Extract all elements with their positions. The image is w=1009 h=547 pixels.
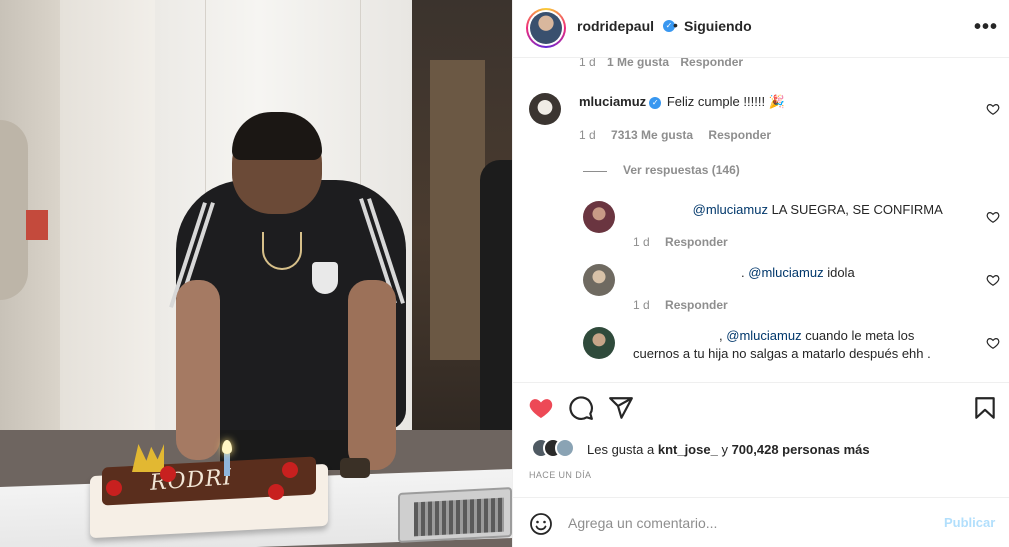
comment-body: mluciamuz ✓ Feliz cumple !!!!!! 🎉 — [579, 93, 959, 111]
likes-count[interactable]: 700,428 personas más — [732, 442, 870, 457]
photo-candle-flame — [222, 440, 232, 454]
photo-door — [60, 0, 160, 470]
header-separator: • — [673, 17, 678, 33]
reply-body: @mluciamuz LA SUEGRA, SE CONFIRMA — [633, 201, 973, 219]
reply-meta: 1 d Responder — [633, 298, 740, 312]
comment-composer: Publicar — [513, 497, 1009, 547]
photo-strawberry — [160, 466, 176, 482]
comment-time: 1 d — [579, 128, 596, 142]
reply-text: LA SUEGRA, SE CONFIRMA — [771, 202, 943, 217]
heart-filled-icon[interactable] — [528, 395, 554, 421]
mention-link[interactable]: @mluciamuz — [726, 328, 801, 343]
reply-avatar[interactable] — [583, 327, 615, 359]
verified-badge-icon: ✓ — [649, 97, 662, 109]
post-actions: Les gusta a knt_jose_ y 700,428 personas… — [513, 382, 1009, 497]
comment-text: Feliz cumple !!!!!! 🎉 — [666, 94, 785, 109]
comment-icon[interactable] — [568, 395, 594, 421]
mention-link[interactable]: @mluciamuz — [693, 202, 768, 217]
post-side-panel: rodridepaul ✓ • Siguiendo ••• 1 d 1 Me g… — [512, 0, 1009, 547]
like-comment-heart-icon[interactable] — [986, 210, 1000, 224]
mention-link[interactable]: @mluciamuz — [748, 265, 823, 280]
share-icon[interactable] — [608, 395, 634, 421]
post-header: rodridepaul ✓ • Siguiendo ••• — [513, 0, 1009, 58]
likes-conjunction: y — [721, 442, 728, 457]
photo-strawberry — [268, 484, 284, 500]
reply-text: cuando le meta los — [805, 328, 915, 343]
comment-likes[interactable]: 7313 Me gusta — [611, 128, 693, 142]
reply-time: 1 d — [633, 298, 650, 312]
post-photo[interactable]: RODRI — [0, 0, 512, 547]
comments-list[interactable]: 1 d 1 Me gusta Responder mluciamuz ✓ Feli… — [513, 58, 1009, 382]
likes-summary: Les gusta a knt_jose_ y 700,428 personas… — [587, 442, 870, 457]
comment-time: 1 d — [579, 58, 596, 69]
reply-avatar[interactable] — [583, 201, 615, 233]
comment-input[interactable] — [568, 511, 928, 535]
reply-button[interactable]: Responder — [708, 128, 771, 142]
like-comment-heart-icon[interactable] — [986, 102, 1000, 116]
photo-red-sign — [26, 210, 48, 240]
photo-hall-door — [430, 60, 485, 360]
photo-strawberry — [106, 480, 122, 496]
reply-time: 1 d — [633, 235, 650, 249]
comment-meta: 1 d 7313 Me gusta Responder — [579, 128, 783, 142]
photo-watch — [340, 458, 370, 478]
like-comment-heart-icon[interactable] — [986, 336, 1000, 350]
more-options-icon[interactable]: ••• — [974, 16, 998, 39]
photo-left-arm — [176, 280, 220, 460]
photo-strawberry — [282, 462, 298, 478]
reply-text: idola — [827, 265, 855, 280]
hidden-username — [633, 327, 719, 345]
reply-body: , @mluciamuz cuando le meta los cuernos … — [633, 327, 973, 363]
reply-meta: 1 d Responder — [633, 235, 740, 249]
photo-afa-crest — [312, 262, 338, 294]
reply-prefix: . — [741, 265, 745, 280]
hidden-username — [633, 264, 741, 282]
publish-button[interactable]: Publicar — [944, 515, 995, 530]
reply-button[interactable]: Responder — [665, 298, 728, 312]
hidden-username — [633, 201, 689, 219]
liked-by-username[interactable]: knt_jose_ — [658, 442, 718, 457]
reply-button[interactable]: Responder — [680, 58, 743, 69]
likes-prefix: Les gusta a — [587, 442, 655, 457]
commenter-avatar[interactable] — [529, 93, 561, 125]
bookmark-icon[interactable] — [972, 395, 998, 421]
photo-cutlery — [414, 497, 504, 537]
replies-divider — [583, 171, 607, 172]
comment-username[interactable]: mluciamuz — [579, 94, 646, 109]
like-comment-heart-icon[interactable] — [986, 273, 1000, 287]
reply-button[interactable]: Responder — [665, 235, 728, 249]
author-avatar[interactable] — [526, 8, 566, 48]
photo-right-arm — [348, 280, 396, 470]
post-timestamp[interactable]: HACE UN DÍA — [529, 470, 591, 480]
reply-text-continued: cuernos a tu hija no salgas a matarlo de… — [633, 346, 931, 361]
comment-likes[interactable]: 1 Me gusta — [607, 58, 669, 69]
reply-body: . @mluciamuz idola — [633, 264, 973, 282]
previous-comment-meta: 1 d 1 Me gusta Responder — [579, 58, 751, 69]
photo-background-person — [480, 160, 512, 460]
reply-prefix: , — [719, 328, 723, 343]
author-username[interactable]: rodridepaul — [577, 18, 654, 34]
following-button[interactable]: Siguiendo — [684, 18, 752, 34]
emoji-icon[interactable] — [529, 512, 553, 536]
liked-by-avatars[interactable] — [531, 438, 585, 460]
reply-avatar[interactable] — [583, 264, 615, 296]
photo-wall-shadow — [0, 120, 28, 300]
view-replies-button[interactable]: Ver respuestas (146) — [623, 163, 740, 177]
